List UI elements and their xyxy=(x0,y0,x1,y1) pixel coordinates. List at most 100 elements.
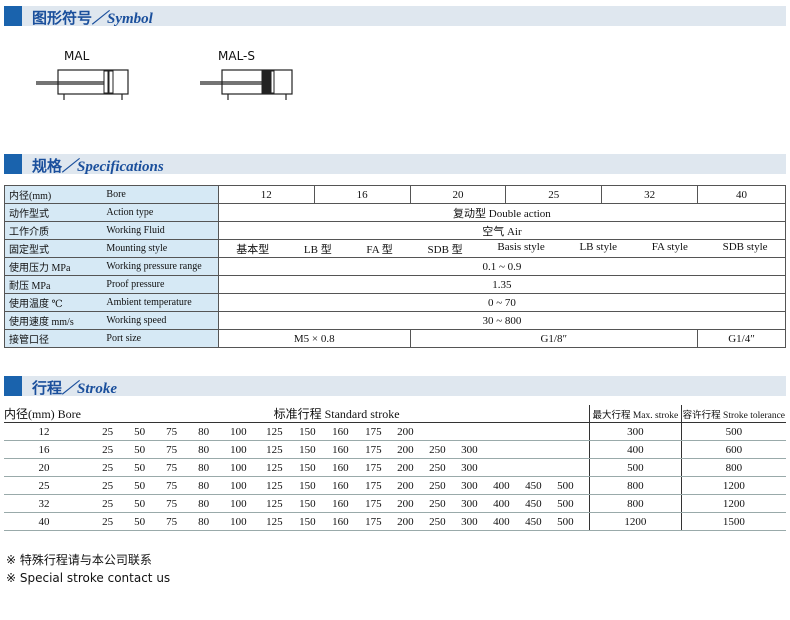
stroke-bore: 16 xyxy=(4,440,85,459)
cylinder-symbol-mal-s xyxy=(200,69,293,100)
stroke-value: 400 xyxy=(493,479,510,492)
header-stroke-tolerance: 容许行程 Stroke tolerance xyxy=(680,405,786,423)
stroke-value: 75 xyxy=(166,425,178,438)
stroke-value: 150 xyxy=(299,425,316,438)
stroke-row: 20 25 50 75 80 100 125 150 160 175 200 250 300 500 800 xyxy=(4,458,786,477)
stroke-value: 75 xyxy=(166,461,178,474)
spec-row-port: 接管口径 Port size M5 × 0.8 G1/8″ G1/4″ xyxy=(4,329,786,348)
section-marker xyxy=(4,376,22,396)
stroke-value: 160 xyxy=(332,443,349,456)
spec-row-bore: 内径(mm) Bore 12 16 20 25 32 40 xyxy=(4,185,786,204)
stroke-value: 125 xyxy=(266,425,283,438)
stroke-value: 75 xyxy=(166,479,178,492)
stroke-value: 400 xyxy=(493,515,510,528)
stroke-value: 125 xyxy=(266,479,283,492)
stroke-value: 125 xyxy=(266,497,283,510)
stroke-value: 160 xyxy=(332,461,349,474)
header-standard-stroke: 标准行程 Standard stroke xyxy=(84,405,590,423)
speed-value: 30 ~ 800 xyxy=(217,311,787,330)
stroke-value: 150 xyxy=(299,479,316,492)
bore-value: 12 xyxy=(217,185,315,204)
bore-value: 32 xyxy=(601,185,699,204)
stroke-value: 160 xyxy=(332,497,349,510)
stroke-values: 25 50 75 80 100 125 150 160 175 200 250 300 400 450 50… xyxy=(84,494,590,513)
stroke-value: 100 xyxy=(230,425,247,438)
header-bore: 内径(mm) Bore xyxy=(4,405,85,423)
stroke-value: 25 xyxy=(102,425,114,438)
stroke-tolerance: 800 xyxy=(680,458,786,477)
mounting-style: LB 型 xyxy=(303,243,332,256)
mounting-style: LB style xyxy=(579,240,618,253)
bore-value: 20 xyxy=(409,185,507,204)
stroke-values: 25 50 75 80 100 125 150 160 175 200 250 300 400 450 50… xyxy=(84,512,590,531)
stroke-value: 75 xyxy=(166,515,178,528)
max-stroke: 300 xyxy=(589,422,682,441)
spec-row-pressure: 使用压力 MPa Working pressure range 0.1 ~ 0.… xyxy=(4,257,787,276)
row-label-cn: 使用速度 mm/s xyxy=(4,311,103,330)
symbol-label-mal-s: MAL-S xyxy=(218,49,255,63)
mounting-style: 基本型 xyxy=(236,243,270,256)
stroke-value: 125 xyxy=(266,443,283,456)
stroke-row: 25 25 50 75 80 100 125 150 160 175 200 250 300 400 450… xyxy=(4,476,786,495)
stroke-row: 16 25 50 75 80 100 125 150 160 175 200 250 300 400 600 xyxy=(4,440,786,459)
section-title: 行程／Stroke xyxy=(32,379,118,397)
stroke-value: 25 xyxy=(102,497,114,510)
stroke-tolerance: 1200 xyxy=(680,494,786,513)
stroke-value: 80 xyxy=(198,479,210,492)
mounting-style: SDB style xyxy=(722,240,768,253)
stroke-value: 25 xyxy=(102,443,114,456)
stroke-tolerance: 1200 xyxy=(680,476,786,495)
max-stroke: 1200 xyxy=(589,512,682,531)
stroke-bore: 20 xyxy=(4,458,85,477)
row-label-cn: 耐压 MPa xyxy=(4,275,103,294)
max-stroke: 400 xyxy=(589,440,682,459)
mounting-style: FA style xyxy=(651,240,688,253)
stroke-row: 40 25 50 75 80 100 125 150 160 175 200 250 300 400 450… xyxy=(4,512,786,531)
stroke-value: 200 xyxy=(397,461,414,474)
fluid-value: 空气 Air xyxy=(217,221,787,240)
stroke-values: 25 50 75 80 100 125 150 160 175 200 250 300 xyxy=(84,458,590,477)
stroke-value: 80 xyxy=(198,443,210,456)
port-value: G1/8″ xyxy=(409,329,699,348)
stroke-value: 80 xyxy=(198,497,210,510)
spec-row-mounting: 固定型式 Mounting style 基本型 LB 型 FA 型 SDB 型 … xyxy=(4,239,787,258)
stroke-value: 400 xyxy=(493,497,510,510)
row-label-cn: 工作介质 xyxy=(4,221,103,240)
stroke-bore: 40 xyxy=(4,512,85,531)
stroke-value: 450 xyxy=(525,515,542,528)
stroke-value: 175 xyxy=(365,461,382,474)
stroke-value: 100 xyxy=(230,515,247,528)
stroke-value: 160 xyxy=(332,479,349,492)
stroke-value: 250 xyxy=(429,497,446,510)
section-title: 图形符号／Symbol xyxy=(32,9,153,27)
stroke-value: 175 xyxy=(365,515,382,528)
section-marker xyxy=(4,154,22,174)
stroke-value: 175 xyxy=(365,479,382,492)
row-label-cn: 动作型式 xyxy=(4,203,103,222)
row-label-en: Working speed xyxy=(102,311,219,330)
stroke-tolerance: 600 xyxy=(680,440,786,459)
stroke-values: 25 50 75 80 100 125 150 160 175 200 xyxy=(84,422,590,441)
temp-value: 0 ~ 70 xyxy=(217,293,787,312)
stroke-value: 80 xyxy=(198,515,210,528)
row-label-en: Action type xyxy=(102,203,219,222)
stroke-value: 175 xyxy=(365,443,382,456)
stroke-value: 500 xyxy=(557,479,574,492)
stroke-table: 内径(mm) Bore 标准行程 Standard stroke 最大行程 Ma… xyxy=(4,405,786,531)
stroke-value: 300 xyxy=(461,443,478,456)
stroke-value: 125 xyxy=(266,515,283,528)
row-label-en: Proof pressure xyxy=(102,275,219,294)
stroke-tolerance: 1500 xyxy=(680,512,786,531)
mounting-values: 基本型 LB 型 FA 型 SDB 型 Basis style LB style… xyxy=(217,239,787,258)
stroke-bore: 12 xyxy=(4,422,85,441)
stroke-value: 50 xyxy=(134,443,146,456)
port-value: G1/4″ xyxy=(697,329,786,348)
max-stroke: 500 xyxy=(589,458,682,477)
stroke-value: 75 xyxy=(166,497,178,510)
stroke-value: 50 xyxy=(134,461,146,474)
stroke-value: 250 xyxy=(429,479,446,492)
symbol-label-mal: MAL xyxy=(64,49,90,63)
row-label-cn: 使用温度 ℃ xyxy=(4,293,103,312)
stroke-value: 25 xyxy=(102,461,114,474)
stroke-value: 200 xyxy=(397,497,414,510)
